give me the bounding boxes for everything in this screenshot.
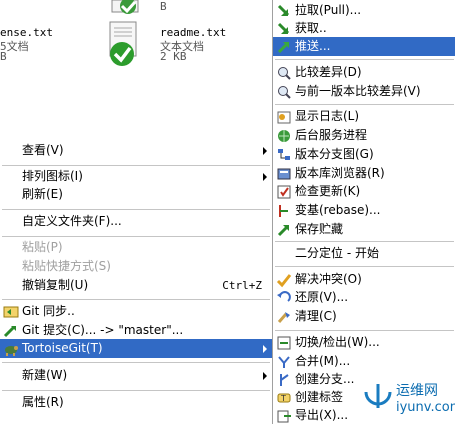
separator [2,165,270,166]
menu-item-paste: 粘贴(P) [22,240,63,254]
repo-browser-icon [277,168,291,180]
merge-icon [278,356,290,368]
branch-icon [280,374,289,386]
file-size: B [0,50,7,63]
menu-item-arrange[interactable]: 排列图标(I) [0,167,272,186]
file-license[interactable]: ense.txt 5文档 B [0,0,90,63]
text-file-icon [111,0,139,14]
submenu-arrow-icon [263,173,267,181]
submenu-item-diff[interactable]: 比较差异(D) [273,63,455,82]
watermark-en: iyunv.com [396,400,455,415]
magnifier-icon [278,67,291,80]
submenu-item-cleanup[interactable]: 清理(C) [273,307,455,326]
submenu-arrow-icon [263,372,267,380]
separator [275,104,454,105]
tortoisegit-submenu: 拉取(Pull)... 获取.. 推送... 比较差异(D) 与前一版本比较差异… [272,0,455,424]
watermark-cn: 运维网 [396,383,438,399]
submenu-item-switch[interactable]: 切换/检出(W)... [273,333,455,352]
submenu-arrow-icon [263,147,267,155]
separator [275,59,454,60]
submenu-item-repo-browser[interactable]: 版本库浏览器(R) [273,164,455,183]
file-size-top: B [160,0,167,13]
revert-icon [277,291,291,302]
separator [275,266,454,267]
separator [2,299,270,300]
rebase-icon [279,205,288,217]
check-updates-icon [277,185,291,199]
file-readme[interactable]: readme.txt 文本文档 2 KB [104,20,264,80]
submenu-arrow-icon [263,345,267,353]
tag-icon: T [277,393,291,403]
watermark: 运维网 iyunv.com [356,376,455,424]
export-icon [277,410,291,423]
menu-item-view[interactable]: 查看(V) [0,141,272,160]
separator [275,241,454,242]
submenu-item-diff-prev[interactable]: 与前一版本比较差异(V) [273,82,455,101]
submenu-item-bisect[interactable]: 二分定位 - 开始 [273,244,455,263]
fetch-icon [277,22,290,35]
separator [2,390,270,391]
resolve-icon [276,274,292,288]
pull-icon [277,4,290,17]
menu-item-git-sync[interactable]: Git 同步.. [0,302,272,321]
graph-icon [278,149,290,160]
push-icon [277,41,290,54]
tortoisegit-icon [5,346,18,356]
magnifier-icon [278,86,291,99]
submenu-item-revert[interactable]: 还原(V)... [273,288,455,307]
menu-item-tortoisegit[interactable]: TortoiseGit(T) [0,339,272,358]
svg-text:T: T [280,394,286,403]
shortcut-label: Ctrl+Z [222,279,262,292]
separator [275,330,454,331]
submenu-item-resolve[interactable]: 解决冲突(O) [273,270,455,289]
submenu-item-merge[interactable]: 合并(M)... [273,352,455,371]
submenu-item-check-updates[interactable]: 检查更新(K) [273,182,455,201]
menu-item-refresh[interactable]: 刷新(E) [0,185,272,204]
submenu-item-log[interactable]: 显示日志(L) [273,107,455,126]
switch-icon [277,336,291,350]
submenu-item-pull[interactable]: 拉取(Pull)... [273,1,455,20]
globe-icon [278,130,290,142]
log-icon [277,111,291,124]
separator [2,236,270,237]
submenu-item-fetch[interactable]: 获取.. [273,19,455,38]
submenu-item-daemon[interactable]: 后台服务进程 [273,126,455,145]
explorer-context-menu: 查看(V) 排列图标(I) 刷新(E) 自定义文件夹(F)... 粘贴(P) 粘… [0,133,274,424]
menu-item-customize-folder[interactable]: 自定义文件夹(F)... [0,212,272,231]
menu-item-new[interactable]: 新建(W) [0,366,272,385]
stash-icon [277,224,290,237]
menu-item-undo-copy[interactable]: 撤销复制(U) Ctrl+Z [0,276,272,295]
text-file-icon [109,21,137,66]
submenu-item-stash[interactable]: 保存贮藏 [273,220,455,239]
cleanup-icon [277,312,290,323]
menu-item-git-commit[interactable]: Git 提交(C)... -> "master"... [0,321,272,340]
submenu-item-push[interactable]: 推送... [273,37,455,56]
separator [2,209,270,210]
git-commit-icon [3,325,16,338]
git-sync-icon [3,306,19,318]
menu-item-paste-shortcut: 粘贴快捷方式(S) [22,259,111,273]
submenu-item-revision-graph[interactable]: 版本分支图(G) [273,145,455,164]
separator [2,362,270,363]
watermark-logo-icon [364,384,392,408]
menu-item-properties[interactable]: 属性(R) [0,393,272,412]
file-size: 2 KB [160,50,187,63]
submenu-item-rebase[interactable]: 变基(rebase)... [273,201,455,220]
